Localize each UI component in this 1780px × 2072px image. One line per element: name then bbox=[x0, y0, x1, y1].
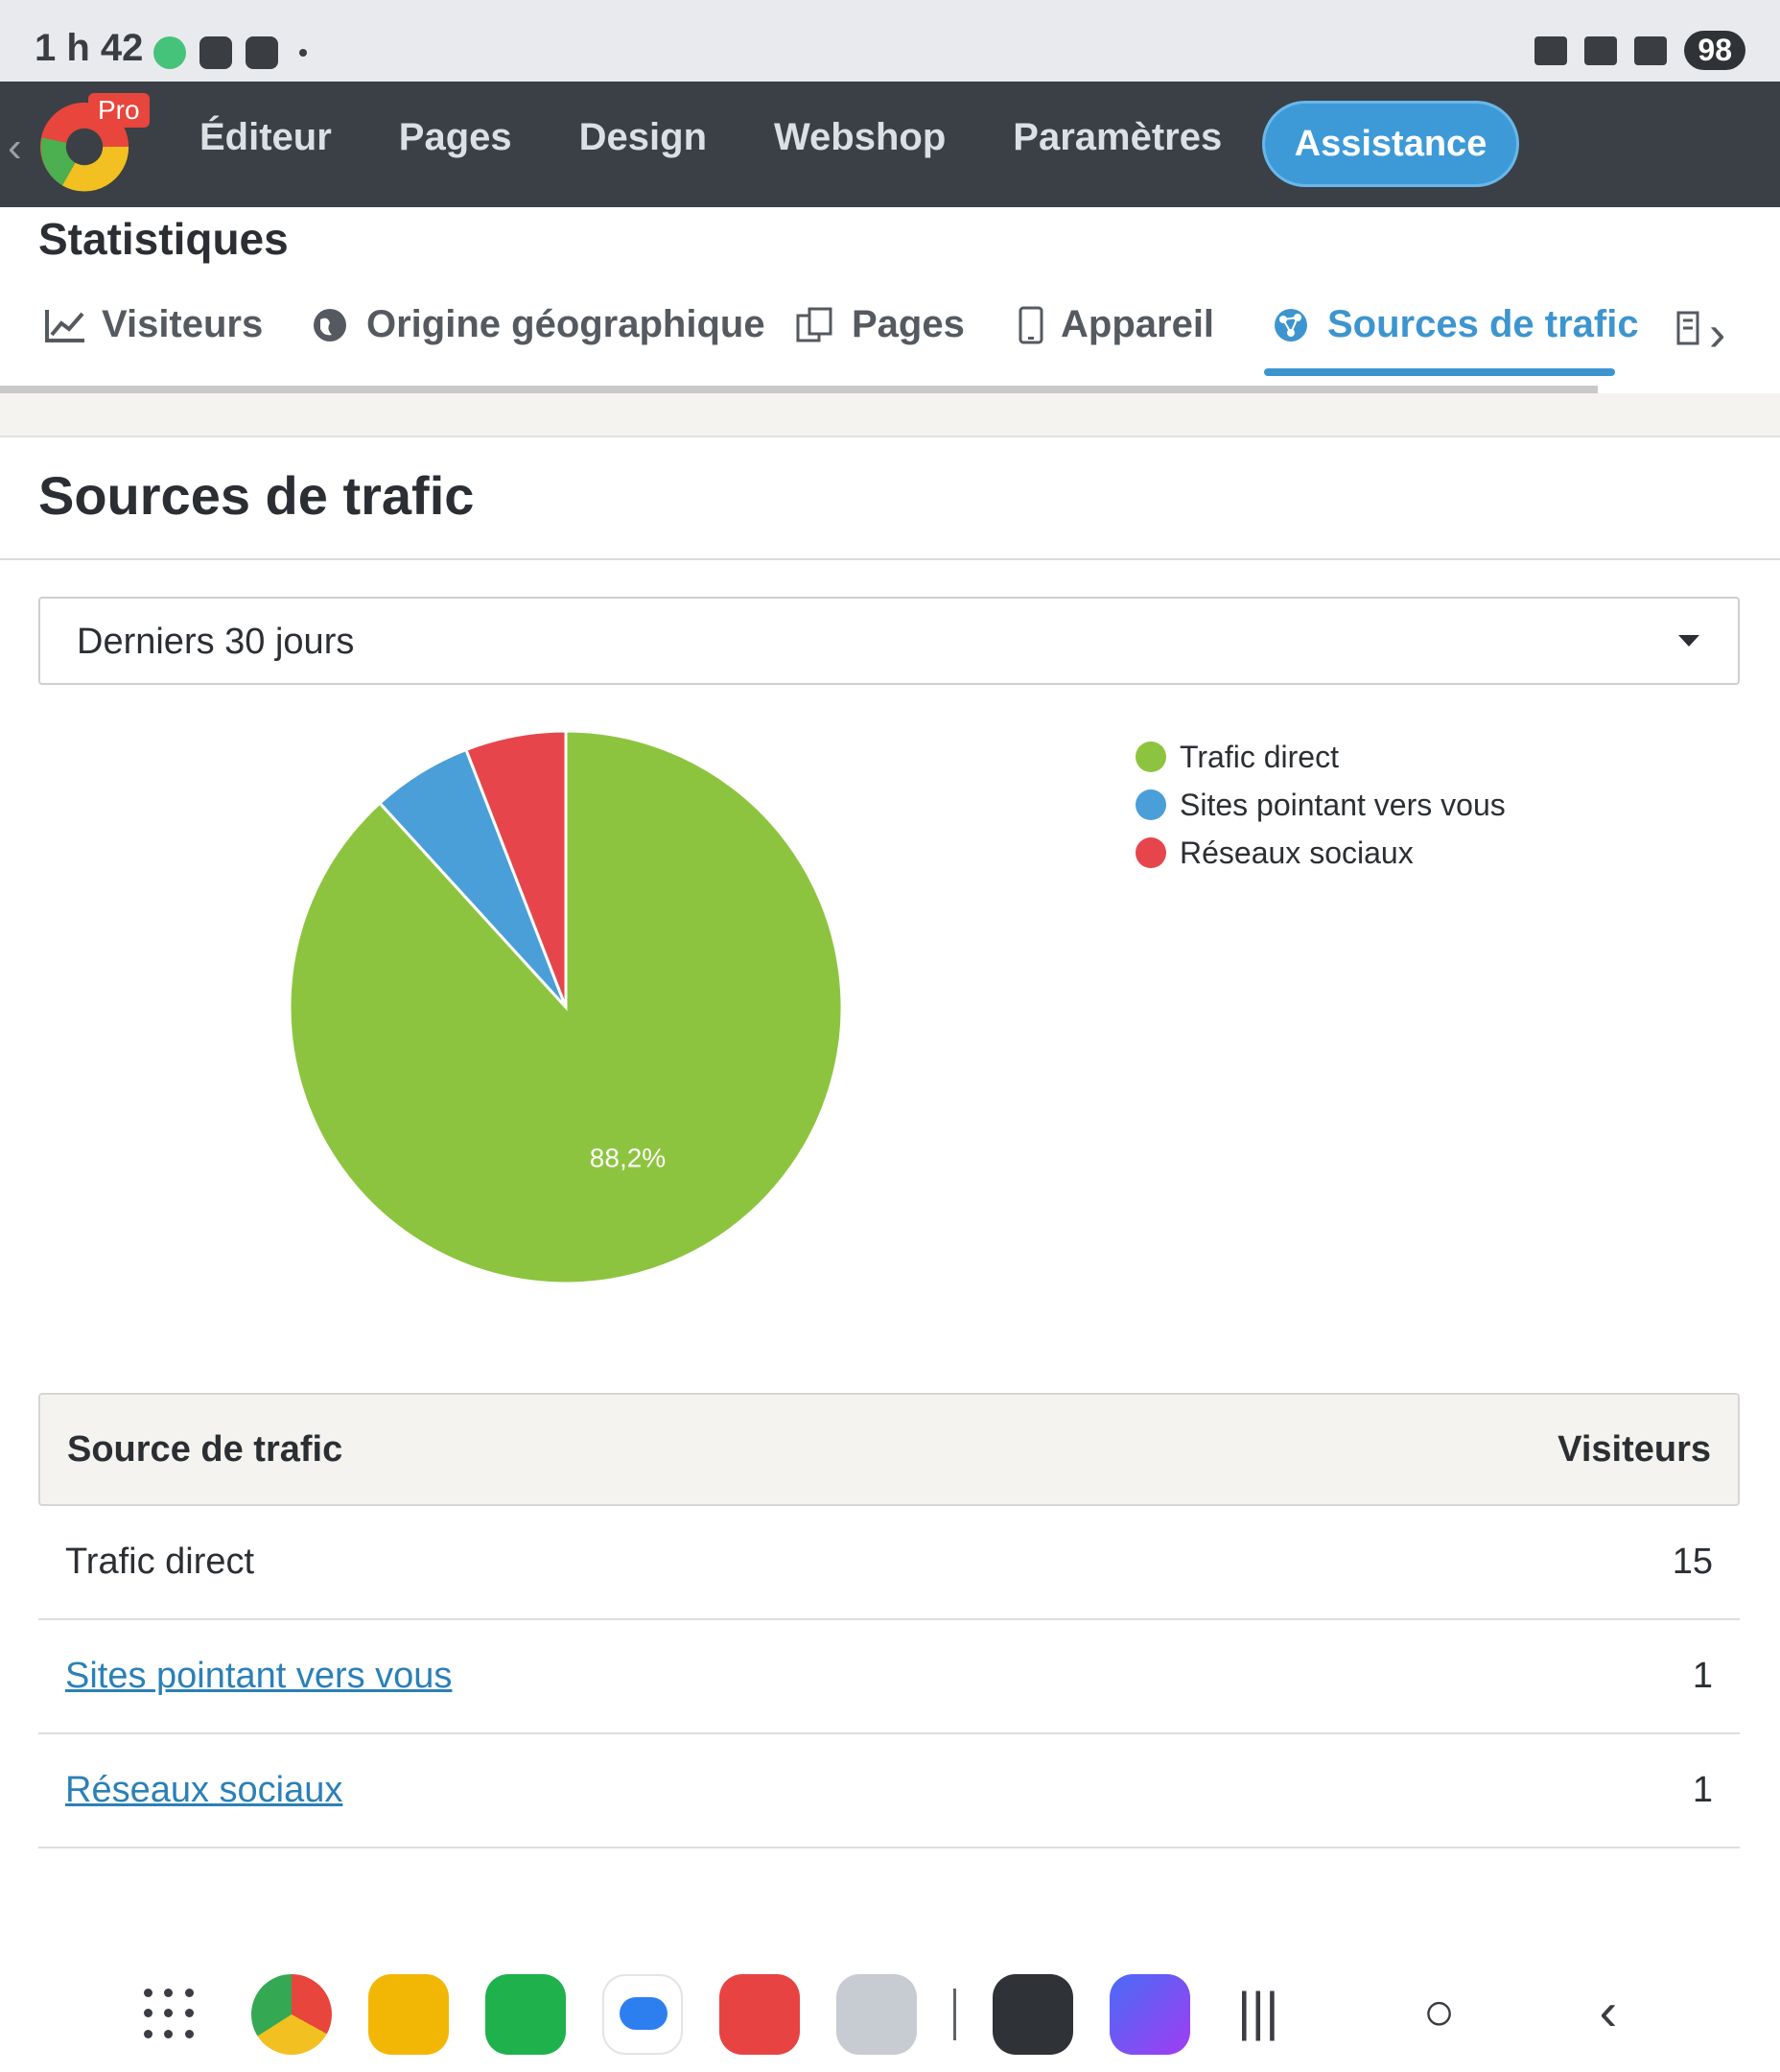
legend-swatch bbox=[1136, 742, 1166, 772]
nav-webshop[interactable]: Webshop bbox=[774, 116, 946, 159]
system-dock: ||| ○ ‹ bbox=[0, 1957, 1780, 2072]
stats-tabs: Visiteurs Origine géographique Pages App… bbox=[0, 278, 1780, 393]
legend-label: Réseaux sociaux bbox=[1180, 835, 1414, 870]
pro-badge: Pro bbox=[88, 93, 150, 128]
legend-item[interactable]: Sites pointant vers vous bbox=[1136, 781, 1506, 829]
notifications-off-icon bbox=[199, 36, 232, 69]
tab-label: Origine géographique bbox=[366, 303, 765, 345]
divider bbox=[0, 558, 1780, 560]
chart-legend: Trafic direct Sites pointant vers vous R… bbox=[1136, 733, 1506, 877]
row-visitors: 15 bbox=[1672, 1542, 1713, 1582]
wifi-icon bbox=[1584, 35, 1618, 65]
page-title: Statistiques bbox=[38, 214, 289, 264]
legend-item[interactable]: Trafic direct bbox=[1136, 733, 1506, 781]
traffic-table: Source de trafic Visiteurs Trafic direct… bbox=[38, 1393, 1740, 1848]
status-bar: 1 h 42 98 bbox=[0, 0, 1780, 82]
nav-pages[interactable]: Pages bbox=[399, 116, 512, 159]
status-icons-left bbox=[153, 34, 307, 72]
signal-icon bbox=[1634, 35, 1668, 65]
tab-label: Appareil bbox=[1061, 303, 1215, 345]
settings-icon[interactable] bbox=[993, 1974, 1073, 2055]
phone-call-icon[interactable] bbox=[485, 1974, 566, 2055]
more-notifications-icon bbox=[299, 49, 307, 57]
battery-indicator: 98 bbox=[1684, 31, 1745, 70]
period-select-value: Derniers 30 jours bbox=[77, 622, 355, 662]
back-chevron-icon[interactable]: ‹ bbox=[8, 124, 22, 172]
contacts-icon[interactable] bbox=[719, 1974, 800, 2055]
legend-swatch bbox=[1136, 789, 1166, 820]
legend-label: Trafic direct bbox=[1180, 739, 1339, 774]
tab-label: Sources de trafic bbox=[1327, 303, 1639, 345]
nav-parametres[interactable]: Paramètres bbox=[1013, 116, 1222, 159]
nav-editeur[interactable]: Éditeur bbox=[199, 116, 332, 159]
column-header-visitors: Visiteurs bbox=[1558, 1428, 1711, 1470]
home-button-icon[interactable]: ○ bbox=[1423, 1980, 1456, 2042]
tab-origine-geographique[interactable]: Origine géographique bbox=[309, 303, 765, 346]
tab-appareil[interactable]: Appareil bbox=[1017, 303, 1214, 346]
shield-icon bbox=[246, 36, 278, 69]
assistance-button[interactable]: Assistance bbox=[1262, 101, 1519, 187]
table-row: Sites pointant vers vous 1 bbox=[38, 1620, 1740, 1734]
table-row: Réseaux sociaux 1 bbox=[38, 1734, 1740, 1848]
tabs-scrollbar[interactable] bbox=[0, 386, 1598, 393]
tabs-scroll-right-icon[interactable]: › bbox=[1709, 305, 1725, 363]
network-icon bbox=[1275, 308, 1307, 341]
app-drawer-icon[interactable] bbox=[144, 1989, 196, 2040]
browser-icon[interactable] bbox=[1110, 1974, 1190, 2055]
tab-visiteurs[interactable]: Visiteurs bbox=[44, 303, 263, 346]
table-row: Trafic direct 15 bbox=[38, 1506, 1740, 1620]
tab-sources-de-trafic[interactable]: Sources de trafic bbox=[1270, 303, 1639, 346]
caret-down-icon bbox=[1678, 635, 1699, 647]
dock-separator bbox=[953, 1989, 956, 2040]
table-header: Source de trafic Visiteurs bbox=[38, 1393, 1740, 1506]
line-chart-icon bbox=[45, 309, 84, 342]
row-source-link[interactable]: Réseaux sociaux bbox=[65, 1770, 342, 1811]
mute-icon bbox=[1534, 35, 1568, 65]
camera-icon[interactable] bbox=[836, 1974, 917, 2055]
row-visitors: 1 bbox=[1692, 1656, 1713, 1696]
pie-data-label: 88,2% bbox=[590, 1143, 666, 1173]
section-gap bbox=[0, 393, 1780, 437]
pages-icon bbox=[796, 307, 832, 341]
tab-label: Pages bbox=[852, 303, 965, 345]
legend-swatch bbox=[1136, 837, 1166, 868]
top-navigation: ‹ Pro Éditeur Pages Design Webshop Param… bbox=[0, 82, 1780, 207]
recent-apps-icon[interactable]: ||| bbox=[1237, 1980, 1279, 2042]
status-time: 1 h 42 bbox=[35, 27, 144, 69]
row-source-link[interactable]: Sites pointant vers vous bbox=[65, 1656, 452, 1697]
traffic-pie-chart: 88,2% bbox=[288, 729, 844, 1285]
legend-item[interactable]: Réseaux sociaux bbox=[1136, 829, 1506, 877]
period-select[interactable]: Derniers 30 jours bbox=[38, 597, 1740, 685]
back-button-icon[interactable]: ‹ bbox=[1599, 1980, 1617, 2042]
status-icons-right: 98 bbox=[1534, 31, 1745, 70]
row-source: Trafic direct bbox=[65, 1542, 255, 1582]
row-visitors: 1 bbox=[1692, 1770, 1713, 1810]
nav-design[interactable]: Design bbox=[579, 116, 707, 159]
column-header-source: Source de trafic bbox=[67, 1428, 343, 1470]
notification-app-icon bbox=[153, 36, 186, 69]
chrome-icon[interactable] bbox=[251, 1974, 332, 2055]
messages-icon[interactable] bbox=[602, 1974, 683, 2055]
globe-icon bbox=[314, 308, 346, 341]
phone-icon bbox=[1019, 306, 1043, 343]
section-title: Sources de trafic bbox=[38, 465, 475, 526]
active-tab-indicator bbox=[1264, 368, 1615, 376]
files-icon[interactable] bbox=[368, 1974, 449, 2055]
tab-pages[interactable]: Pages bbox=[794, 303, 965, 346]
document-icon[interactable] bbox=[1676, 311, 1701, 345]
tab-label: Visiteurs bbox=[102, 303, 264, 345]
legend-label: Sites pointant vers vous bbox=[1180, 787, 1506, 822]
